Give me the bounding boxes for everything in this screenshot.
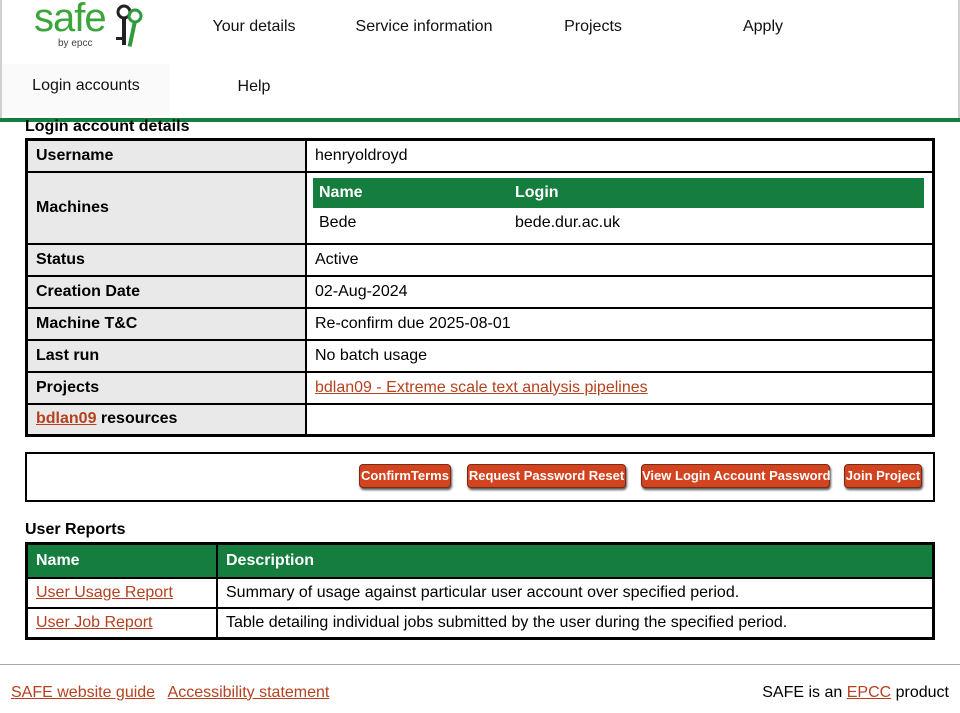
epcc-link[interactable]: EPCC (847, 684, 891, 701)
machines-label: Machines (25, 170, 307, 245)
keys-icon (116, 4, 143, 47)
last-run-label: Last run (25, 338, 307, 373)
reports-col-description: Description (216, 542, 935, 579)
nav-login-accounts[interactable]: Login accounts (2, 64, 170, 116)
logo-wordmark: safe (34, 0, 107, 40)
creation-date-value: 02-Aug-2024 (305, 274, 935, 309)
report-name: User Job Report (25, 607, 218, 640)
machine-login: bede.dur.ac.uk (515, 213, 620, 231)
report-description: Table detailing individual jobs submitte… (216, 607, 935, 640)
join-project-button[interactable]: Join Project (844, 464, 922, 488)
nav-apply[interactable]: Apply (733, 17, 793, 37)
user-usage-report-link[interactable]: User Usage Report (36, 584, 173, 601)
machines-table: Name Login Bede bede.dur.ac.uk (313, 177, 924, 238)
table-row: User Job Report Table detailing individu… (25, 607, 935, 640)
view-password-button[interactable]: View Login Account Password (641, 464, 831, 488)
projects-label: Projects (25, 370, 307, 405)
resources-project-link[interactable]: bdlan09 (36, 410, 96, 427)
confirm-terms-button[interactable]: ConfirmTerms (359, 464, 451, 488)
project-link[interactable]: bdlan09 - Extreme scale text analysis pi… (315, 379, 648, 396)
nav-help[interactable]: Help (226, 77, 282, 97)
machine-tc-value: Re-confirm due 2025-08-01 (305, 306, 935, 341)
login-account-heading: Login account details (25, 118, 190, 135)
creation-date-label: Creation Date (25, 274, 307, 309)
status-label: Status (25, 242, 307, 277)
last-run-value: No batch usage (305, 338, 935, 373)
projects-value: bdlan09 - Extreme scale text analysis pi… (305, 370, 935, 405)
logo-byline: by epcc (58, 38, 93, 49)
report-name: User Usage Report (25, 577, 218, 609)
accessibility-statement-link[interactable]: Accessibility statement (168, 684, 330, 701)
request-password-reset-button[interactable]: Request Password Reset (467, 464, 626, 488)
account-details-table: Username henryoldroyd Machines Name Logi… (25, 138, 935, 437)
footer-product-note: SAFE is an EPCC product (762, 684, 949, 702)
machine-tc-label: Machine T&C (25, 306, 307, 341)
account-actions-panel: ConfirmTerms Request Password Reset View… (25, 452, 935, 502)
username-label: Username (25, 138, 307, 173)
machines-col-name: Name (313, 177, 509, 208)
resources-suffix: resources (96, 410, 178, 428)
resources-label: bdlan09 resources (25, 402, 307, 437)
machines-cell: Name Login Bede bede.dur.ac.uk (305, 170, 935, 245)
user-reports-heading: User Reports (25, 521, 126, 538)
machine-row: Bede bede.dur.ac.uk (313, 208, 924, 238)
footer-divider (0, 664, 960, 665)
report-description: Summary of usage against particular user… (216, 577, 935, 609)
machines-col-login: Login (509, 177, 924, 208)
safe-logo[interactable]: safe by epcc (34, 0, 144, 54)
resources-value (305, 402, 935, 437)
status-value: Active (305, 242, 935, 277)
site-header: safe by epcc Your details Service inform… (0, 0, 960, 122)
nav-projects[interactable]: Projects (555, 17, 631, 37)
nav-your-details[interactable]: Your details (204, 17, 304, 37)
table-row: User Usage Report Summary of usage again… (25, 577, 935, 609)
product-suffix: product (891, 684, 949, 701)
username-value: henryoldroyd (305, 138, 935, 173)
footer-links: SAFE website guide Accessibility stateme… (11, 684, 329, 702)
reports-col-name: Name (25, 542, 218, 579)
machine-name: Bede (319, 213, 357, 231)
nav-service-information[interactable]: Service information (348, 17, 500, 37)
user-reports-table: Name Description User Usage Report Summa… (25, 542, 935, 640)
safe-website-guide-link[interactable]: SAFE website guide (11, 684, 155, 701)
user-job-report-link[interactable]: User Job Report (36, 614, 153, 631)
product-prefix: SAFE is an (762, 684, 847, 701)
